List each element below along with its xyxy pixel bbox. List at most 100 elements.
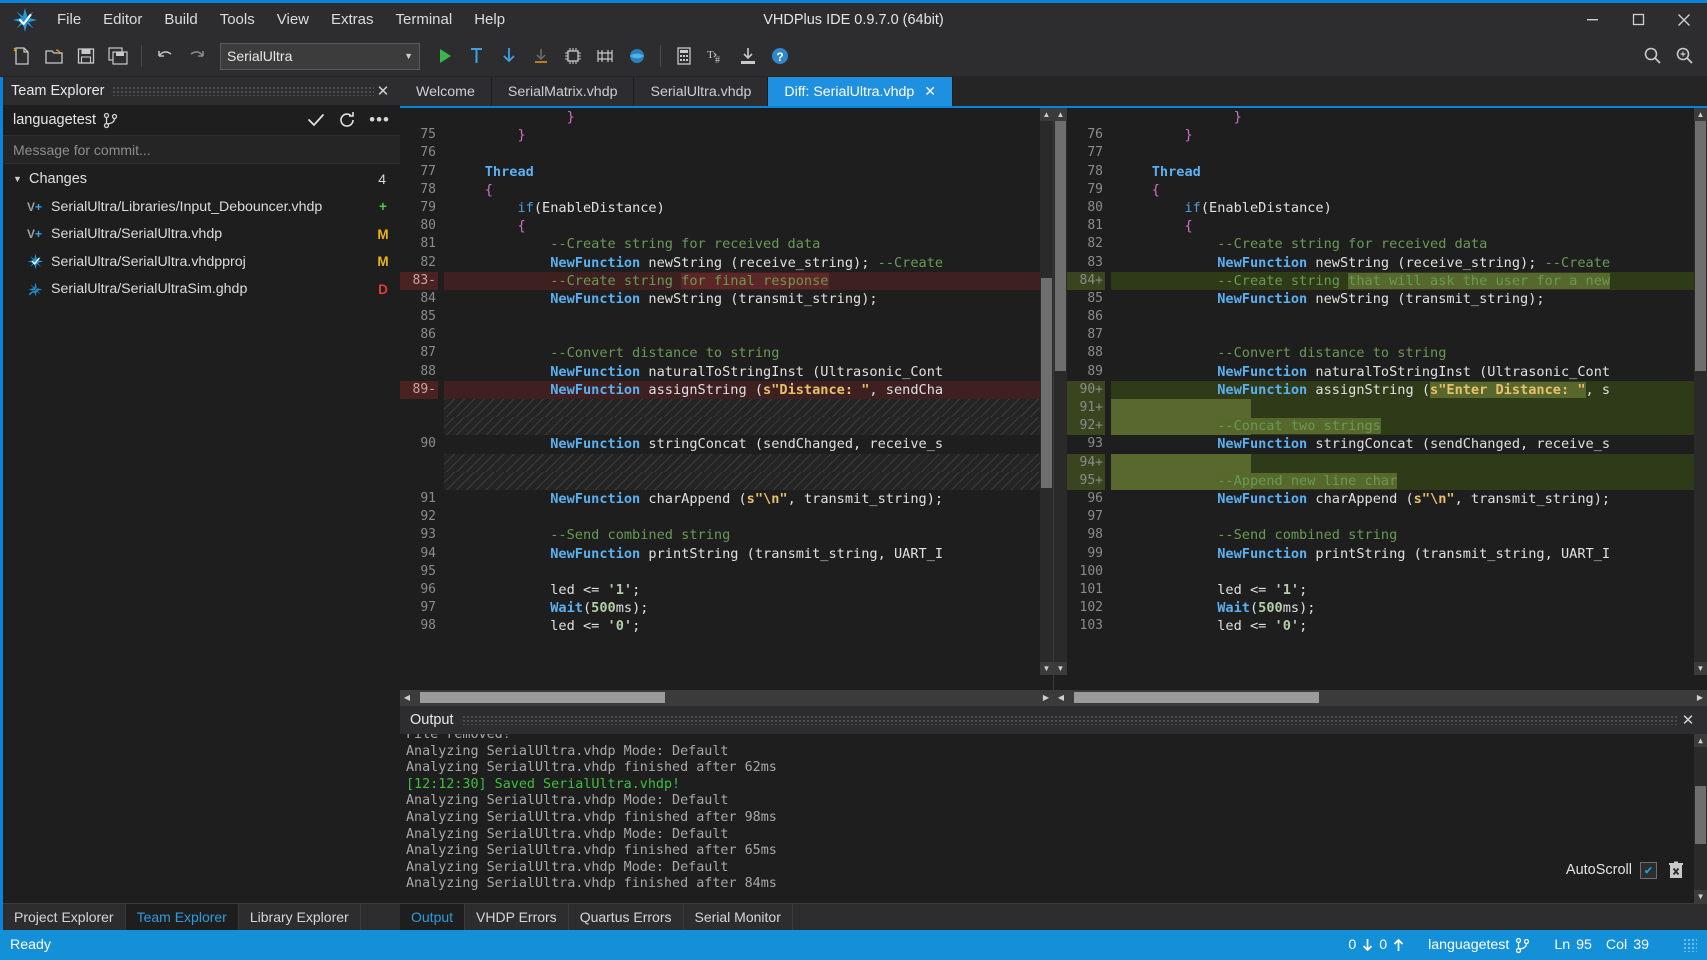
menu-item-build[interactable]: Build: [153, 7, 208, 32]
code-line[interactable]: Wait(500ms);: [444, 599, 1053, 617]
menu-item-help[interactable]: Help: [463, 7, 516, 32]
code-line[interactable]: NewFunction naturalToStringInst (Ultraso…: [1111, 363, 1707, 381]
code-line[interactable]: NewFunction charAppend (s"\n", transmit_…: [444, 490, 1053, 508]
code-line[interactable]: Thread: [1111, 163, 1707, 181]
chip-icon[interactable]: [558, 41, 588, 71]
tab-serial-monitor[interactable]: Serial Monitor: [684, 904, 793, 930]
scroll-down-icon[interactable]: ▼: [1694, 662, 1707, 675]
scroll-up-icon[interactable]: ▲: [1694, 108, 1707, 121]
minimize-button[interactable]: [1569, 3, 1615, 36]
code-content-old[interactable]: } } Thread { if(EnableDistance) { --Crea…: [444, 108, 1053, 690]
code-line[interactable]: [1111, 144, 1707, 162]
status-branch[interactable]: languagetest: [1428, 937, 1530, 954]
code-line[interactable]: }: [1111, 108, 1707, 126]
tab-team-explorer[interactable]: Team Explorer: [125, 904, 239, 930]
code-line[interactable]: --Append new line char: [1111, 471, 1707, 490]
close-icon[interactable]: ✕: [924, 83, 936, 100]
menu-item-terminal[interactable]: Terminal: [385, 7, 464, 32]
code-line[interactable]: NewFunction assignString (s"Distance: ",…: [444, 380, 1053, 399]
tab-serialmatrix-vhdp[interactable]: SerialMatrix.vhdp: [491, 77, 635, 106]
calculator-icon[interactable]: [669, 41, 699, 71]
resize-grip[interactable]: [1683, 938, 1697, 952]
code-line[interactable]: NewFunction printString (transmit_string…: [444, 545, 1053, 563]
scrollbar-thumb[interactable]: [1055, 121, 1066, 371]
code-line[interactable]: {: [444, 217, 1053, 235]
maximize-button[interactable]: [1615, 3, 1661, 36]
code-line[interactable]: NewFunction newString (transmit_string);: [1111, 290, 1707, 308]
project-selector[interactable]: SerialUltra ▼: [220, 42, 420, 70]
code-line[interactable]: [444, 326, 1053, 344]
menu-item-extras[interactable]: Extras: [320, 7, 385, 32]
code-line[interactable]: [1111, 308, 1707, 326]
code-line[interactable]: NewFunction stringConcat (sendChanged, r…: [444, 435, 1053, 453]
code-line[interactable]: NewFunction stringConcat (sendChanged, r…: [1111, 435, 1707, 453]
download-arrow-icon[interactable]: [494, 41, 524, 71]
code-line[interactable]: --Create string for final response: [444, 271, 1053, 290]
menu-item-view[interactable]: View: [266, 7, 320, 32]
tab-project-explorer[interactable]: Project Explorer: [3, 904, 126, 930]
code-line[interactable]: NewFunction charAppend (s"\n", transmit_…: [1111, 490, 1707, 508]
scroll-left-icon[interactable]: ◀: [400, 690, 414, 705]
tab-quartus-errors[interactable]: Quartus Errors: [569, 904, 684, 930]
scrollbar-thumb[interactable]: [1041, 278, 1052, 488]
code-line[interactable]: NewFunction printString (transmit_string…: [1111, 545, 1707, 563]
run-icon[interactable]: [430, 41, 460, 71]
scroll-up-icon[interactable]: ▲: [1054, 108, 1067, 121]
list-item[interactable]: V+ SerialUltra/SerialUltra.vhdp M: [3, 221, 400, 249]
code-line[interactable]: [444, 453, 1053, 472]
panel-drag-grip[interactable]: [112, 86, 374, 96]
commit-check-icon[interactable]: [307, 112, 325, 128]
scroll-up-icon[interactable]: ▲: [1040, 108, 1053, 121]
code-line[interactable]: led <= '0';: [1111, 617, 1707, 635]
code-line[interactable]: --Convert distance to string: [1111, 344, 1707, 362]
changes-group-header[interactable]: ▼ Changes 4: [3, 164, 400, 193]
scroll-down-icon[interactable]: ▼: [1694, 890, 1707, 903]
code-line[interactable]: [1111, 563, 1707, 581]
code-line[interactable]: --Create string for received data: [444, 235, 1053, 253]
close-icon[interactable]: ✕: [1679, 711, 1697, 729]
new-file-icon[interactable]: [7, 41, 37, 71]
code-line[interactable]: NewFunction assignString (s"Enter Distan…: [1111, 380, 1707, 399]
code-line[interactable]: [444, 508, 1053, 526]
code-line[interactable]: --Concat two strings: [1111, 417, 1707, 436]
save-icon[interactable]: [71, 41, 101, 71]
code-line[interactable]: Thread: [444, 163, 1053, 181]
open-folder-icon[interactable]: [39, 41, 69, 71]
vertical-scrollbar-new[interactable]: ▲ ▼: [1054, 108, 1067, 675]
close-button[interactable]: [1661, 3, 1707, 36]
vertical-scrollbar-output[interactable]: ▲ ▼: [1694, 734, 1707, 903]
vertical-scrollbar-new-right[interactable]: ▲ ▼: [1694, 108, 1707, 675]
undo-icon[interactable]: [150, 41, 180, 71]
code-line[interactable]: --Send combined string: [1111, 526, 1707, 544]
code-line[interactable]: {: [1111, 181, 1707, 199]
scrollbar-thumb[interactable]: [420, 692, 665, 703]
close-icon[interactable]: ✕: [374, 82, 392, 100]
code-line[interactable]: [1111, 399, 1707, 418]
code-line[interactable]: NewFunction newString (transmit_string);: [444, 290, 1053, 308]
code-line[interactable]: }: [444, 108, 1053, 126]
scrollbar-thumb[interactable]: [1695, 786, 1706, 844]
tab-vhdp-errors[interactable]: VHDP Errors: [465, 904, 569, 930]
panel-drag-grip[interactable]: [461, 715, 1679, 725]
code-line[interactable]: led <= '0';: [444, 617, 1053, 635]
code-line[interactable]: if(EnableDistance): [1111, 199, 1707, 217]
hammer-icon[interactable]: [462, 41, 492, 71]
code-line[interactable]: --Create string that will ask the user f…: [1111, 271, 1707, 290]
code-line[interactable]: }: [1111, 126, 1707, 144]
code-line[interactable]: --Create string for received data: [1111, 235, 1707, 253]
redo-icon[interactable]: [182, 41, 212, 71]
save-all-icon[interactable]: [103, 41, 133, 71]
autoscroll-checkbox[interactable]: ✔: [1640, 861, 1657, 879]
horizontal-scrollbar-new[interactable]: ◀ ▶: [1054, 690, 1707, 705]
list-item[interactable]: SerialUltra/SerialUltra.vhdpproj M: [3, 248, 400, 276]
pin-planner-icon[interactable]: [590, 41, 620, 71]
refresh-icon[interactable]: [338, 111, 356, 129]
globe-icon[interactable]: [622, 41, 652, 71]
code-line[interactable]: }: [444, 126, 1053, 144]
code-line[interactable]: {: [1111, 217, 1707, 235]
code-line[interactable]: [1111, 508, 1707, 526]
commit-message-input[interactable]: Message for commit...: [3, 135, 400, 164]
code-line[interactable]: NewFunction naturalToStringInst (Ultraso…: [444, 363, 1053, 381]
tab-welcome[interactable]: Welcome: [400, 77, 492, 106]
code-line[interactable]: led <= '1';: [444, 581, 1053, 599]
